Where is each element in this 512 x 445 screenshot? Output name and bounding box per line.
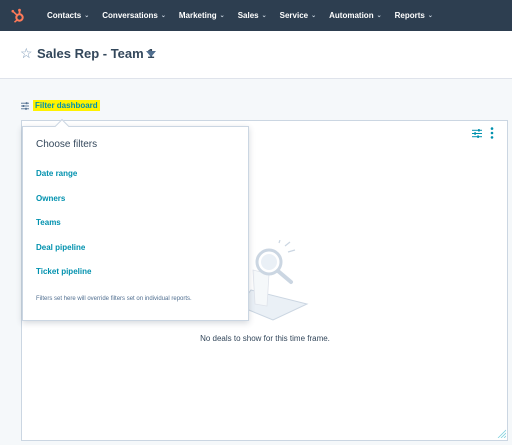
- filter-option-date-range[interactable]: Date range: [36, 169, 77, 178]
- nav-automation[interactable]: Automation ⌄: [329, 11, 381, 20]
- nav-contacts[interactable]: Contacts ⌄: [47, 11, 89, 20]
- top-nav: Contacts ⌄ Conversations ⌄ Marketing ⌄ Sale…: [0, 0, 512, 31]
- more-options-icon[interactable]: [490, 127, 494, 139]
- nav-automation-label: Automation: [329, 11, 374, 20]
- chevron-down-icon: ⌄: [261, 13, 267, 19]
- resize-handle-icon[interactable]: [496, 428, 506, 438]
- filter-option-teams[interactable]: Teams: [36, 218, 61, 227]
- dashboard-title[interactable]: Sales Rep - Team 1: [37, 46, 155, 61]
- popover-note: Filters set here will override filters s…: [36, 296, 192, 302]
- nav-sales[interactable]: Sales ⌄: [238, 11, 267, 20]
- filter-option-deal-pipeline[interactable]: Deal pipeline: [36, 243, 85, 252]
- hubspot-logo-icon[interactable]: [3, 0, 33, 31]
- nav-sales-label: Sales: [237, 11, 259, 20]
- nav-reports-label: Reports: [394, 11, 425, 20]
- chevron-down-icon: ⌄: [219, 13, 225, 19]
- popover-title: Choose filters: [36, 139, 98, 150]
- nav-conversations-label: Conversations: [102, 11, 158, 20]
- nav-marketing[interactable]: Marketing ⌄: [179, 11, 225, 20]
- nav-marketing-label: Marketing: [178, 11, 217, 20]
- nav-conversations[interactable]: Conversations ⌄: [102, 11, 166, 20]
- filter-option-ticket-pipeline[interactable]: Ticket pipeline: [36, 267, 91, 276]
- filter-dashboard-link[interactable]: Filter dashboard: [33, 100, 100, 111]
- filter-option-owners[interactable]: Owners: [36, 194, 65, 203]
- chevron-down-icon: ⌄: [160, 13, 166, 19]
- chevron-down-icon: ⌄: [376, 13, 382, 19]
- nav-service[interactable]: Service ⌄: [280, 11, 317, 20]
- empty-state-message: No deals to show for this time frame.: [200, 334, 330, 343]
- nav-reports[interactable]: Reports ⌄: [395, 11, 433, 20]
- nav-contacts-label: Contacts: [47, 11, 82, 20]
- settings-sliders-icon[interactable]: [472, 129, 482, 138]
- caret-down-icon[interactable]: [146, 51, 156, 57]
- chevron-down-icon: ⌄: [311, 13, 317, 19]
- filter-icon[interactable]: [21, 102, 29, 110]
- star-icon[interactable]: ☆: [20, 45, 33, 62]
- chevron-down-icon: ⌄: [84, 13, 90, 19]
- nav-service-label: Service: [279, 11, 309, 20]
- chevron-down-icon: ⌄: [427, 13, 433, 19]
